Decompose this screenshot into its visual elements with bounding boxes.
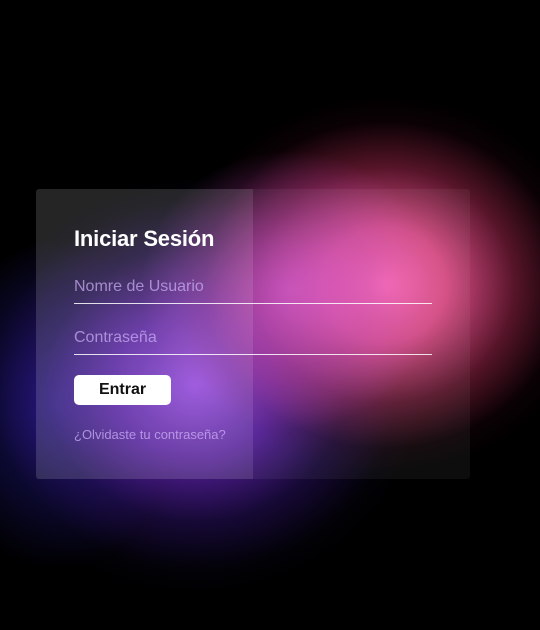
login-screen: Iniciar Sesión Entrar ¿Olvidaste tu cont… <box>0 0 540 630</box>
forgot-password-link[interactable]: ¿Olvidaste tu contraseña? <box>74 427 226 442</box>
login-card: Iniciar Sesión Entrar ¿Olvidaste tu cont… <box>36 189 470 479</box>
username-input[interactable] <box>74 274 432 304</box>
password-input[interactable] <box>74 325 432 355</box>
login-title: Iniciar Sesión <box>74 226 215 251</box>
submit-button[interactable]: Entrar <box>74 375 171 405</box>
